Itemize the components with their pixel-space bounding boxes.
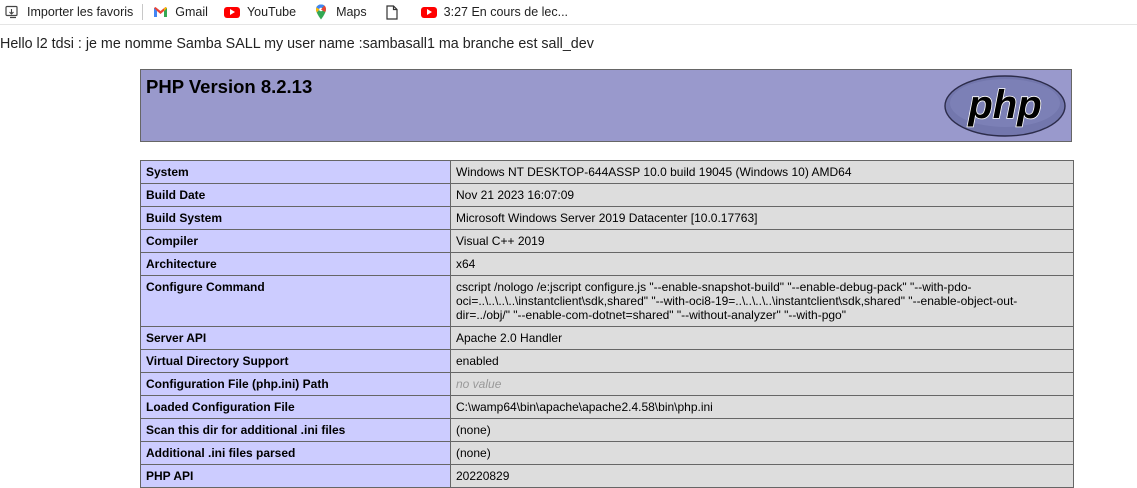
row-value: enabled bbox=[450, 349, 1074, 373]
php-logo-text: php bbox=[967, 83, 1041, 127]
bookmark-label: YouTube bbox=[246, 5, 297, 19]
import-bookmarks-button[interactable]: Importer les favoris bbox=[4, 0, 133, 24]
php-info-table: System Windows NT DESKTOP-644ASSP 10.0 bu… bbox=[140, 160, 1074, 488]
bookmarks-separator bbox=[142, 4, 144, 20]
row-value: Visual C++ 2019 bbox=[450, 229, 1074, 253]
row-value: (none) bbox=[450, 441, 1074, 465]
row-key: Build System bbox=[140, 206, 451, 230]
row-key: Additional .ini files parsed bbox=[140, 441, 451, 465]
bookmark-page[interactable] bbox=[384, 0, 407, 24]
bookmark-gmail[interactable]: Gmail bbox=[152, 0, 208, 24]
row-value: no value bbox=[450, 372, 1074, 396]
row-value: x64 bbox=[450, 252, 1074, 276]
bookmark-maps[interactable]: Maps bbox=[313, 0, 367, 24]
row-value: C:\wamp64\bin\apache\apache2.4.58\bin\ph… bbox=[450, 395, 1074, 419]
bookmarks-bar: Importer les favoris Gmail YouTube Maps … bbox=[0, 0, 1137, 25]
row-value: Apache 2.0 Handler bbox=[450, 326, 1074, 350]
gmail-icon bbox=[152, 4, 168, 20]
row-key: Architecture bbox=[140, 252, 451, 276]
bookmark-video[interactable]: 3:27 En cours de lec... bbox=[420, 0, 569, 24]
bookmark-label: Maps bbox=[336, 5, 367, 19]
table-row: System Windows NT DESKTOP-644ASSP 10.0 bu… bbox=[140, 160, 1074, 184]
php-logo-icon[interactable]: php bbox=[943, 74, 1067, 138]
youtube-icon bbox=[420, 4, 437, 20]
row-key: Virtual Directory Support bbox=[140, 349, 451, 373]
row-key: Configuration File (php.ini) Path bbox=[140, 372, 451, 396]
table-row: PHP API 20220829 bbox=[140, 464, 1074, 488]
youtube-icon bbox=[223, 4, 240, 20]
table-row: Architecture x64 bbox=[140, 252, 1074, 276]
import-icon bbox=[4, 4, 20, 20]
table-row: Configuration File (php.ini) Path no valu… bbox=[140, 372, 1074, 396]
table-row: Additional .ini files parsed (none) bbox=[140, 441, 1074, 465]
table-row: Server API Apache 2.0 Handler bbox=[140, 326, 1074, 350]
row-key: Configure Command bbox=[140, 275, 451, 327]
row-value: (none) bbox=[450, 418, 1074, 442]
page-icon bbox=[384, 4, 400, 20]
table-row: Compiler Visual C++ 2019 bbox=[140, 229, 1074, 253]
bookmark-label: 3:27 En cours de lec... bbox=[443, 5, 569, 19]
row-key: Loaded Configuration File bbox=[140, 395, 451, 419]
table-row: Virtual Directory Support enabled bbox=[140, 349, 1074, 373]
row-key: Build Date bbox=[140, 183, 451, 207]
maps-icon bbox=[313, 4, 329, 20]
row-key: Server API bbox=[140, 326, 451, 350]
bookmark-youtube[interactable]: YouTube bbox=[223, 0, 297, 24]
row-key: Compiler bbox=[140, 229, 451, 253]
php-version-header: PHP Version 8.2.13 php bbox=[140, 69, 1072, 142]
row-value: Windows NT DESKTOP-644ASSP 10.0 build 19… bbox=[450, 160, 1074, 184]
row-key: System bbox=[140, 160, 451, 184]
table-row: Scan this dir for additional .ini files(… bbox=[140, 418, 1074, 442]
bookmark-label: Gmail bbox=[175, 5, 208, 19]
table-row: Configure Command cscript /nologo /e:jscr… bbox=[140, 275, 1074, 327]
row-value: Nov 21 2023 16:07:09 bbox=[450, 183, 1074, 207]
greeting-text: Hello l2 tdsi : je me nomme Samba SALL m… bbox=[0, 36, 594, 52]
row-key: Scan this dir for additional .ini files bbox=[140, 418, 451, 442]
php-version-title: PHP Version 8.2.13 bbox=[146, 76, 313, 97]
row-value: 20220829 bbox=[450, 464, 1074, 488]
row-value: cscript /nologo /e:jscript configure.js … bbox=[450, 275, 1074, 327]
table-row: Loaded Configuration File C:\wamp64\bin\a… bbox=[140, 395, 1074, 419]
import-bookmarks-label: Importer les favoris bbox=[27, 5, 134, 19]
row-value: Microsoft Windows Server 2019 Datacenter… bbox=[450, 206, 1074, 230]
no-value-text: no value bbox=[456, 377, 502, 391]
row-key: PHP API bbox=[140, 464, 451, 488]
table-row: Build Date Nov 21 2023 16:07:09 bbox=[140, 183, 1074, 207]
table-row: Build System Microsoft Windows Server 201… bbox=[140, 206, 1074, 230]
